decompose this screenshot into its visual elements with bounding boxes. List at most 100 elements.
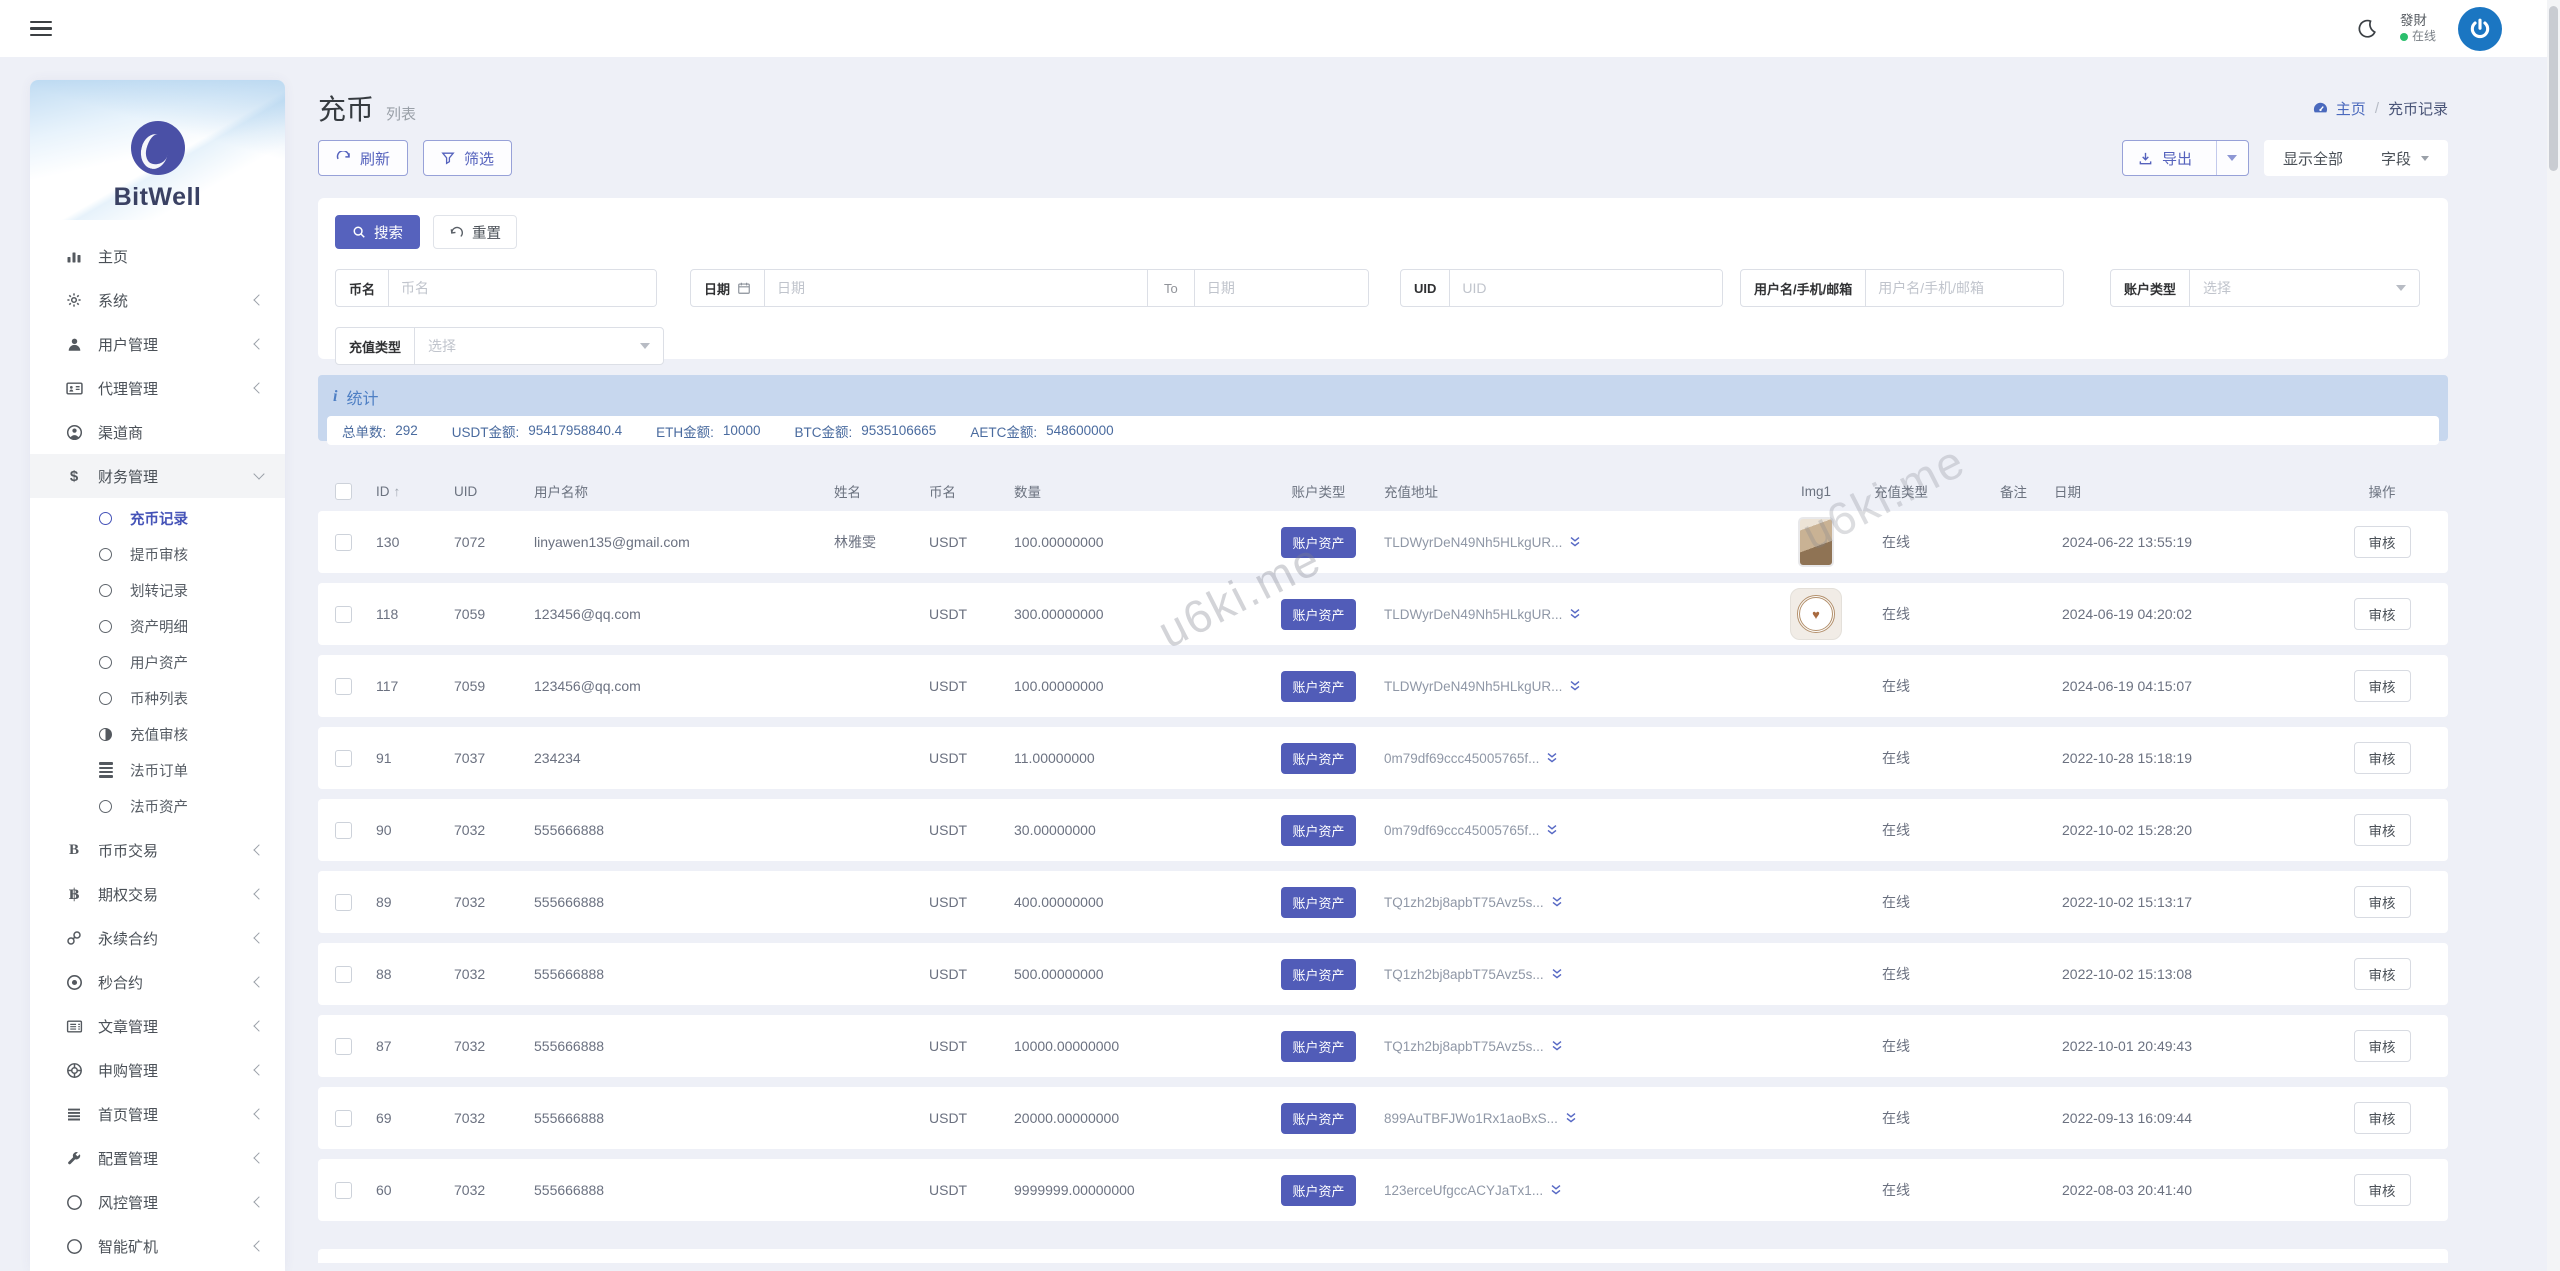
row-checkbox[interactable] <box>334 1181 352 1199</box>
expand-address-icon[interactable] <box>1569 608 1581 620</box>
sidebar-item-options-trading[interactable]: ฿ 期权交易 <box>30 872 285 916</box>
audit-button[interactable]: 审核 <box>2353 670 2411 702</box>
refresh-button[interactable]: 刷新 <box>318 140 409 176</box>
breadcrumb-separator: / <box>2374 99 2379 117</box>
audit-button[interactable]: 审核 <box>2353 526 2411 558</box>
sidebar-item-system[interactable]: 系统 <box>30 278 285 322</box>
expand-address-icon[interactable] <box>1550 1184 1562 1196</box>
date-from-input[interactable] <box>765 270 1147 306</box>
submenu-item-user-assets[interactable]: 用户资产 <box>30 644 285 680</box>
sidebar-item-articles[interactable]: 文章管理 <box>30 1004 285 1048</box>
col-realname[interactable]: 姓名 <box>826 481 921 501</box>
sidebar-item-home[interactable]: 主页 <box>30 234 285 278</box>
col-uid[interactable]: UID <box>446 484 526 499</box>
row-checkbox[interactable] <box>334 605 352 623</box>
col-remark[interactable]: 备注 <box>1981 481 2046 501</box>
sidebar-item-spot-trading[interactable]: B 币币交易 <box>30 828 285 872</box>
user-status: 在线 <box>2411 29 2436 44</box>
col-amount[interactable]: 数量 <box>1006 481 1261 501</box>
row-checkbox[interactable] <box>334 893 352 911</box>
audit-button[interactable]: 审核 <box>2353 598 2411 630</box>
sidebar-item-channel[interactable]: 渠道商 <box>30 410 285 454</box>
img1-thumbnail[interactable] <box>1798 517 1834 567</box>
row-checkbox[interactable] <box>334 1109 352 1127</box>
admin-app: 發財 在线 BitWell 主页 系统 用户管理 代理管理 渠道商 $ 财务管理… <box>0 0 2560 1271</box>
col-username[interactable]: 用户名称 <box>526 481 826 501</box>
uid-input[interactable] <box>1450 270 1722 306</box>
export-button[interactable]: 导出 <box>2121 140 2249 176</box>
cell-id: 91 <box>376 750 392 766</box>
audit-button[interactable]: 审核 <box>2353 1102 2411 1134</box>
recharge-type-select[interactable]: 选择 <box>415 328 663 364</box>
expand-address-icon[interactable] <box>1546 824 1558 836</box>
submenu-item-fiat-assets[interactable]: 法币资产 <box>30 788 285 824</box>
sidebar-item-perpetual[interactable]: 永续合约 <box>30 916 285 960</box>
submenu-item-coin-list[interactable]: 币种列表 <box>30 680 285 716</box>
audit-button[interactable]: 审核 <box>2353 886 2411 918</box>
account-type-select[interactable]: 选择 <box>2190 270 2419 306</box>
expand-address-icon[interactable] <box>1565 1112 1577 1124</box>
audit-button[interactable]: 审核 <box>2353 742 2411 774</box>
audit-button[interactable]: 审核 <box>2353 1030 2411 1062</box>
row-checkbox[interactable] <box>334 749 352 767</box>
expand-address-icon[interactable] <box>1546 752 1558 764</box>
col-date[interactable]: 日期 <box>2046 481 2316 501</box>
submenu-item-withdraw-review[interactable]: 提币审核 <box>30 536 285 572</box>
avatar[interactable] <box>2458 6 2502 51</box>
row-checkbox[interactable] <box>334 1037 352 1055</box>
chevron-left-icon <box>253 294 265 306</box>
sidebar-item-subscription[interactable]: 申购管理 <box>30 1048 285 1092</box>
expand-address-icon[interactable] <box>1569 536 1581 548</box>
expand-address-icon[interactable] <box>1551 1040 1563 1052</box>
expand-address-icon[interactable] <box>1551 896 1563 908</box>
sidebar-item-homepage-mgmt[interactable]: 首页管理 <box>30 1092 285 1136</box>
col-account-type[interactable]: 账户类型 <box>1261 481 1376 501</box>
export-dropdown-caret[interactable] <box>2215 141 2248 175</box>
user-input[interactable] <box>1866 270 2063 306</box>
col-id[interactable]: ID ↑ <box>368 484 446 499</box>
date-to-input[interactable] <box>1194 270 1368 306</box>
coin-name-input[interactable] <box>389 270 656 306</box>
reset-button[interactable]: 重置 <box>433 215 517 249</box>
row-checkbox[interactable] <box>334 677 352 695</box>
sidebar-toggle-icon[interactable] <box>30 21 52 36</box>
expand-address-icon[interactable] <box>1569 680 1581 692</box>
sidebar-item-finance[interactable]: $ 财务管理 <box>30 454 285 498</box>
audit-button[interactable]: 审核 <box>2353 814 2411 846</box>
search-button[interactable]: 搜索 <box>335 215 420 249</box>
cell-recharge-type: 在线 <box>1882 822 1910 838</box>
breadcrumb-home[interactable]: 主页 <box>2312 98 2366 119</box>
sidebar-item-config[interactable]: 配置管理 <box>30 1136 285 1180</box>
img1-thumbnail[interactable]: ♥ <box>1790 588 1842 640</box>
row-checkbox[interactable] <box>334 965 352 983</box>
submenu-item-recharge-review[interactable]: 充值审核 <box>30 716 285 752</box>
expand-address-icon[interactable] <box>1551 968 1563 980</box>
col-recharge-type[interactable]: 充值类型 <box>1866 481 1981 501</box>
submenu-item-deposit-records[interactable]: 充币记录 <box>30 500 285 536</box>
show-all-button[interactable]: 显示全部 <box>2264 140 2362 176</box>
sidebar-item-smart-miner[interactable]: 智能矿机 <box>30 1224 285 1268</box>
filter-button[interactable]: 筛选 <box>423 140 513 176</box>
user-info[interactable]: 發財 在线 <box>2399 13 2436 45</box>
breadcrumb-current[interactable]: 充币记录 <box>2388 98 2448 119</box>
row-checkbox[interactable] <box>334 821 352 839</box>
submenu-item-transfer-records[interactable]: 划转记录 <box>30 572 285 608</box>
fields-dropdown-button[interactable]: 字段 <box>2362 140 2448 176</box>
submenu-item-asset-details[interactable]: 资产明细 <box>30 608 285 644</box>
submenu-item-fiat-orders[interactable]: 法币订单 <box>30 752 285 788</box>
audit-button[interactable]: 审核 <box>2353 1174 2411 1206</box>
col-coin[interactable]: 币名 <box>921 481 1006 501</box>
select-all-checkbox[interactable] <box>334 482 352 500</box>
sidebar-item-risk-control[interactable]: 风控管理 <box>30 1180 285 1224</box>
brand-logo[interactable]: BitWell <box>30 80 285 220</box>
audit-button[interactable]: 审核 <box>2353 958 2411 990</box>
scrollbar-thumb[interactable] <box>2549 6 2558 171</box>
sidebar-item-users[interactable]: 用户管理 <box>30 322 285 366</box>
row-checkbox[interactable] <box>334 533 352 551</box>
article-icon <box>64 1018 84 1035</box>
col-img1[interactable]: Img1 <box>1766 484 1866 499</box>
sidebar-item-second-contract[interactable]: 秒合约 <box>30 960 285 1004</box>
col-address[interactable]: 充值地址 <box>1376 481 1766 501</box>
sidebar-item-agents[interactable]: 代理管理 <box>30 366 285 410</box>
dark-mode-icon[interactable] <box>2356 18 2378 40</box>
